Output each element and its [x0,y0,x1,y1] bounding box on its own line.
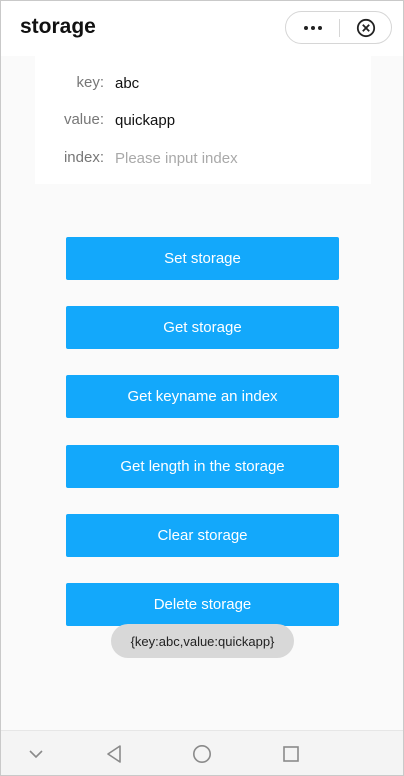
menu-capsule [285,11,392,44]
get-storage-button[interactable]: Get storage [66,306,339,349]
key-label: key: [76,74,104,91]
home-circle-icon [193,745,211,763]
set-storage-button[interactable]: Set storage [66,237,339,280]
nav-back-button[interactable] [99,739,129,769]
nav-recents-button[interactable] [276,739,306,769]
value-label: value: [63,111,104,128]
close-button[interactable] [340,12,392,43]
value-row: value: [35,105,371,135]
storage-form: key: value: index: [35,56,371,184]
value-input[interactable] [113,105,355,135]
app-frame: storage key: abc value: quickapp index: … [0,0,404,776]
key-input[interactable] [113,68,355,98]
index-input[interactable] [113,143,355,173]
toast-message: {key:abc,value:quickapp} [111,624,294,658]
delete-storage-button[interactable]: Delete storage [66,583,339,626]
more-button[interactable] [286,12,339,43]
nav-home-button[interactable] [187,739,217,769]
key-row: key: [35,68,371,98]
nav-collapse-button[interactable] [21,739,51,769]
get-length-button[interactable]: Get length in the storage [66,445,339,488]
close-circle-icon [356,18,376,37]
back-triangle-icon [107,745,121,763]
more-dots-icon [303,25,322,30]
index-row: index: [35,143,371,173]
index-label: index: [63,149,104,166]
header-bar: storage [1,1,403,56]
chevron-down-icon [29,750,43,759]
page-title: storage [20,15,96,38]
clear-storage-button[interactable]: Clear storage [66,514,339,557]
get-keyname-button[interactable]: Get keyname an index [66,375,339,418]
system-nav-bar [1,730,403,775]
recents-square-icon [283,746,299,762]
